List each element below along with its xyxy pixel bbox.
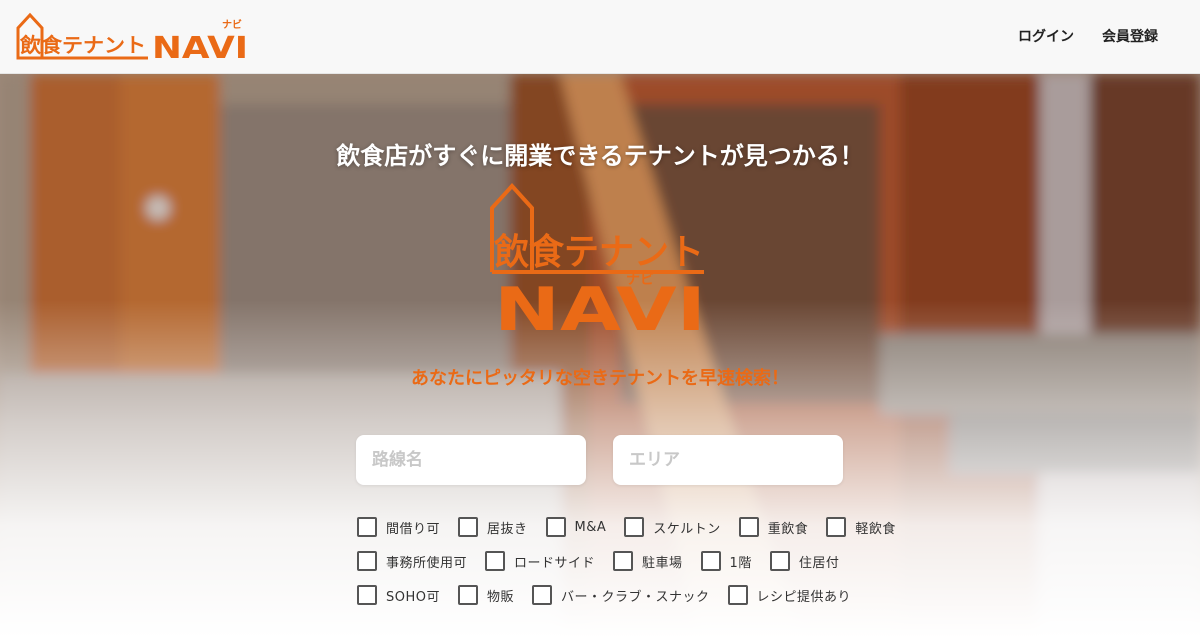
checkbox-box[interactable] — [613, 551, 634, 571]
checkbox-box[interactable] — [769, 551, 790, 571]
feature-checkbox-row-1: 間借り可 居抜き M&A スケルトン 重飲食 軽飲食 — [357, 517, 914, 537]
checkbox-box[interactable] — [485, 551, 506, 571]
logo-text-main: 飲食テナント — [19, 33, 146, 57]
hero-section: 飲食店がすぐに開業できるテナントが見つかる！ 飲食テナント NAVI ナビ あな… — [0, 74, 1200, 638]
checkbox-inuki[interactable]: 居抜き — [458, 517, 528, 537]
checkbox-roadside[interactable]: ロードサイド — [485, 551, 595, 571]
checkbox-box[interactable] — [532, 585, 553, 605]
checkbox-box[interactable] — [357, 585, 377, 605]
logo-text-navi: NAVI — [152, 31, 248, 62]
checkbox-box[interactable] — [826, 517, 847, 537]
checkbox-soho[interactable]: SOHO可 — [357, 585, 440, 605]
login-link[interactable]: ログイン — [1018, 26, 1074, 46]
checkbox-parking[interactable]: 駐車場 — [613, 551, 683, 571]
checkbox-retail[interactable]: 物販 — [458, 585, 514, 605]
checkbox-skeleton[interactable]: スケルトン — [624, 517, 721, 537]
checkbox-magari[interactable]: 間借り可 — [357, 517, 440, 537]
checkbox-box[interactable] — [727, 585, 748, 605]
area-search-input[interactable] — [613, 435, 843, 485]
logo-text-ruby: ナビ — [222, 18, 242, 31]
header-nav: ログイン 会員登録 — [1018, 26, 1158, 46]
site-header: 飲食テナント NAVI ナビ ログイン 会員登録 — [0, 0, 1200, 74]
checkbox-box[interactable] — [624, 517, 645, 537]
checkbox-box[interactable] — [357, 517, 377, 537]
hero-logo: 飲食テナント NAVI ナビ — [490, 183, 706, 336]
feature-checkbox-row-3: SOHO可 物販 バー・クラブ・スナック レシピ提供あり — [357, 585, 869, 605]
checkbox-box[interactable] — [545, 517, 566, 537]
checkbox-heavy-food[interactable]: 重飲食 — [738, 517, 809, 537]
checkbox-office-use[interactable]: 事務所使用可 — [357, 551, 467, 571]
hero-logo-text-main: 飲食テナント — [494, 232, 704, 273]
checkbox-box[interactable] — [458, 585, 478, 605]
checkbox-light-food[interactable]: 軽飲食 — [826, 517, 896, 537]
checkbox-box[interactable] — [458, 517, 479, 537]
checkbox-recipe[interactable]: レシピ提供あり — [727, 585, 852, 605]
checkbox-box[interactable] — [357, 551, 377, 571]
register-link[interactable]: 会員登録 — [1102, 26, 1158, 46]
hero-logo-text-ruby: ナビ — [626, 272, 654, 288]
checkbox-box[interactable] — [738, 517, 759, 537]
checkbox-ma[interactable]: M&A — [545, 517, 607, 537]
checkbox-box[interactable] — [700, 551, 721, 571]
checkbox-bar-club[interactable]: バー・クラブ・スナック — [532, 585, 710, 605]
site-logo[interactable]: 飲食テナント NAVI ナビ — [16, 12, 256, 62]
hero-subtitle: あなたにピッタリな空きテナントを早速検索！ — [411, 368, 789, 389]
feature-checkbox-row-2: 事務所使用可 ロードサイド 駐車場 1階 住居付 — [357, 551, 857, 571]
route-search-input[interactable] — [356, 435, 586, 485]
checkbox-residence[interactable]: 住居付 — [769, 551, 840, 571]
hero-logo-text-navi: NAVI — [494, 275, 706, 336]
hero-tagline: 飲食店がすぐに開業できるテナントが見つかる！ — [336, 142, 864, 170]
checkbox-first-floor[interactable]: 1階 — [700, 551, 752, 571]
